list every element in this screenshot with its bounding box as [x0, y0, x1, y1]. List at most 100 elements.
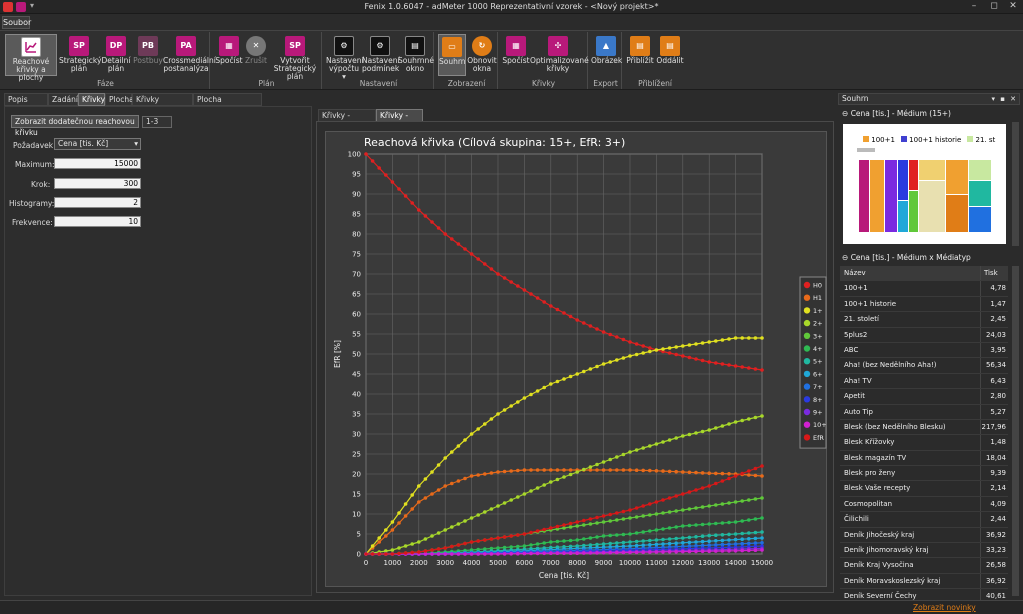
table-row[interactable]: Deník Moravskoslezský kraj 36,92 [840, 573, 1008, 590]
table-row[interactable]: Deník Kraj Vysočina 26,58 [840, 558, 1008, 574]
compute-button[interactable]: ▦ Spočíst [215, 34, 243, 76]
data-point-H0 [760, 368, 764, 372]
section-medium[interactable]: ⊖ Cena [tis.] - Médium (15+) [842, 108, 1020, 120]
table-row[interactable]: Blesk Křížovky 1,48 [840, 435, 1008, 451]
zoom-out-icon: ▤ [660, 36, 680, 56]
file-menu[interactable]: Soubor [2, 16, 31, 29]
table-row[interactable]: 5plus2 24,03 [840, 327, 1008, 343]
summary-window-button[interactable]: ▤ Souhrnné okno [398, 34, 434, 76]
data-point-10+ [733, 549, 738, 553]
zoom-out-button[interactable]: ▤ Oddálit [655, 34, 685, 76]
close-icon[interactable]: ✕ [1005, 0, 1021, 13]
data-point-7+ [727, 542, 731, 547]
data-point-4+ [634, 531, 639, 535]
detail-plan-button[interactable]: DP Detailní plán [101, 34, 131, 76]
cancel-button[interactable]: ✕ Zrušit [243, 34, 269, 76]
table-row[interactable]: 100+1 4,78 [840, 281, 1008, 297]
data-point-H0 [456, 242, 461, 246]
data-point-4+ [667, 526, 672, 530]
column-header-tisk[interactable]: Tisk [980, 266, 1008, 281]
crossmedia-button[interactable]: PA Crossmediální postanalýza [163, 34, 216, 76]
refresh-windows-button[interactable]: ↻ Obnovit okna [467, 34, 497, 76]
tab-krivky-kombinaci[interactable]: Křivky kombinací [132, 93, 193, 116]
group-label-export: Export [593, 79, 618, 88]
dock-icon[interactable]: ▪ [1000, 94, 1005, 104]
legend-label: 2+ [813, 320, 823, 328]
data-point-H0 [516, 284, 520, 288]
table-row[interactable]: Blesk magazín TV 18,04 [840, 450, 1008, 467]
curves-compute-button[interactable]: ▦ Spočíst [502, 34, 530, 76]
table-row[interactable]: Aha! (bez Nedělního Aha!) 56,34 [840, 358, 1008, 374]
table-row[interactable]: Apetit 2,80 [840, 389, 1008, 405]
table-row[interactable]: 21. století 2,45 [840, 312, 1008, 328]
reach-curves-button[interactable]: Reachové křivky a plochy [5, 34, 57, 82]
krok-input[interactable]: 300 [54, 178, 141, 189]
column-header-name[interactable]: Název [844, 266, 866, 280]
tab-zadani[interactable]: Zadání [48, 93, 78, 106]
summary-button[interactable]: ▭ Souhrn [438, 34, 466, 76]
group-plan: ▦ Spočíst ✕ Zrušit SP Vytvořit Strategic… [212, 32, 322, 89]
data-point-3+ [582, 523, 586, 527]
extra-curve-button[interactable]: Zobrazit dodatečnou reachovou křivku [11, 115, 139, 137]
chevron-down-icon: ▾ [134, 139, 138, 148]
data-point-H1 [760, 474, 764, 478]
data-point-H1 [720, 471, 725, 476]
legend-label: 8+ [813, 396, 823, 404]
souhrn-scrollbar[interactable] [1012, 122, 1019, 246]
postbuy-button[interactable]: PB Postbuy [133, 34, 163, 76]
table-row[interactable]: Auto Tip 5,27 [840, 404, 1008, 420]
close-panel-icon[interactable]: ✕ [1010, 94, 1016, 104]
data-point-1+ [397, 511, 401, 515]
histogramy-input[interactable]: 2 [54, 197, 141, 208]
section-medium-mediatyp[interactable]: ⊖ Cena [tis.] - Médium x Médiatyp [842, 252, 1020, 264]
table-row[interactable]: Aha! TV 6,43 [840, 373, 1008, 390]
extra-curve-input[interactable]: 1-3 [142, 116, 172, 128]
frekvence-input[interactable]: 10 [54, 216, 141, 227]
maximum-input[interactable]: 15000 [54, 158, 141, 169]
pozadavek-select[interactable]: Cena [tis. Kč] ▾ [54, 138, 141, 150]
data-point-3+ [634, 515, 639, 519]
data-point-10+ [582, 551, 586, 555]
status-bar: Zobrazit novinky [0, 600, 1023, 614]
optimized-curves-button[interactable]: ✣ Optimalizované křivky [530, 34, 589, 76]
data-point-EfR [436, 547, 441, 551]
data-point-1+ [370, 544, 375, 548]
zoom-in-button[interactable]: ▤ Přiblížit [625, 34, 655, 76]
group-curves: ▦ Spočíst ✣ Optimalizované křivky Křivky [500, 32, 589, 89]
table-scrollbar[interactable] [1012, 266, 1019, 596]
tab-krivky[interactable]: Křivky [78, 93, 105, 106]
y-tick-label: 0 [357, 551, 361, 559]
data-point-1+ [529, 392, 533, 397]
calc-settings-button[interactable]: ⚙ Nastavení výpočtu ▾ [326, 34, 364, 81]
data-point-EfR [601, 514, 606, 518]
image-export-button[interactable]: ▲ Obrázek [591, 34, 622, 76]
table-row[interactable]: Blesk (bez Nedělního Blesku) 217,96 [840, 419, 1008, 436]
tab-popis-planu[interactable]: Popis plánu [4, 93, 48, 116]
tab-plocha-pozadavek[interactable]: Plocha (požadavek) [193, 93, 262, 116]
table-row[interactable]: ABC 3,95 [840, 342, 1008, 359]
conditions-settings-button[interactable]: ⚙ Nastavení podmínek [362, 34, 400, 76]
maximize-icon[interactable]: ◻ [986, 0, 1002, 13]
table-row[interactable]: 100+1 historie 1,47 [840, 296, 1008, 313]
tab-plocha[interactable]: Plocha [105, 93, 134, 106]
minimize-icon[interactable]: – [966, 0, 982, 13]
table-row[interactable]: Čilichili 2,44 [840, 512, 1008, 528]
pin-icon[interactable]: ▾ [991, 94, 995, 104]
section-collapse-icon[interactable]: ⊖ [842, 109, 848, 118]
table-row[interactable]: Deník Jihomoravský kraj 33,23 [840, 543, 1008, 559]
section-collapse-icon[interactable]: ⊖ [842, 253, 848, 262]
show-news-link[interactable]: Zobrazit novinky [913, 603, 976, 612]
create-strategic-plan-button[interactable]: SP Vytvořit Strategický plán [269, 34, 321, 81]
data-point-H1 [483, 472, 487, 476]
data-point-H1 [423, 496, 428, 500]
table-row[interactable]: Blesk pro ženy 9,39 [840, 466, 1008, 482]
data-point-H0 [615, 335, 619, 339]
table-row[interactable]: Blesk Vaše recepty 2,14 [840, 481, 1008, 497]
data-point-H0 [674, 352, 678, 357]
strategic-plan-button[interactable]: SP Strategický plán [59, 34, 101, 76]
table-row[interactable]: Deník Jihočeský kraj 36,92 [840, 527, 1008, 544]
data-point-2+ [403, 544, 408, 548]
data-point-H1 [542, 468, 546, 472]
data-point-1+ [641, 351, 645, 355]
table-row[interactable]: Cosmopolitan 4,09 [840, 496, 1008, 513]
